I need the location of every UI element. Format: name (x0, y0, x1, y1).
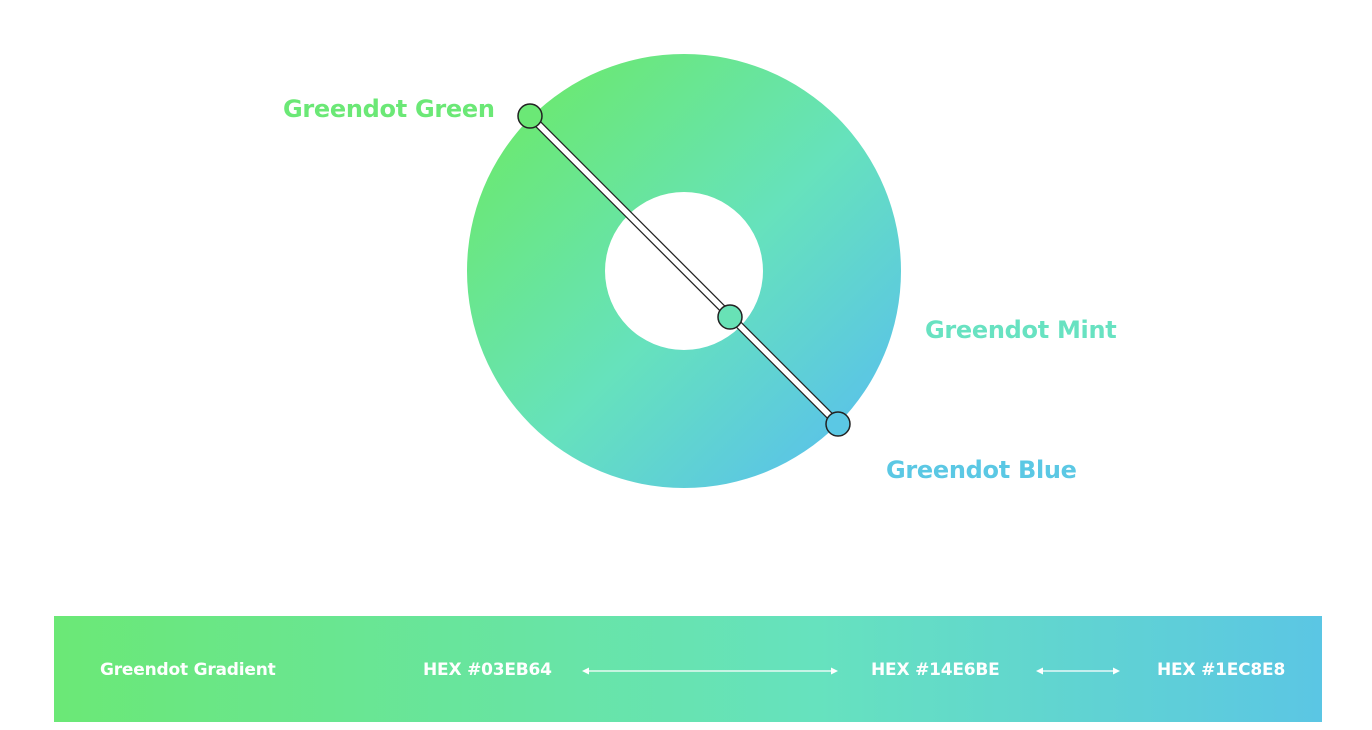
label-greendot-blue: Greendot Blue (886, 456, 1077, 484)
hex-blue-label: HEX #1EC8E8 (1157, 660, 1286, 680)
hex-mint-label: HEX #14E6BE (871, 660, 1000, 680)
label-greendot-mint: Greendot Mint (925, 316, 1117, 344)
color-ring-diagram (467, 54, 901, 488)
gradient-title: Greendot Gradient (100, 660, 276, 680)
mint-stop-handle[interactable] (717, 304, 743, 330)
blue-stop-handle[interactable] (825, 411, 851, 437)
double-arrow-icon (1036, 667, 1120, 675)
double-arrow-icon (582, 667, 838, 675)
label-greendot-green: Greendot Green (283, 95, 495, 123)
gradient-bar: Greendot Gradient HEX #03EB64 HEX #14E6B… (54, 616, 1322, 722)
hex-green-label: HEX #03EB64 (423, 660, 552, 680)
green-stop-handle[interactable] (517, 103, 543, 129)
